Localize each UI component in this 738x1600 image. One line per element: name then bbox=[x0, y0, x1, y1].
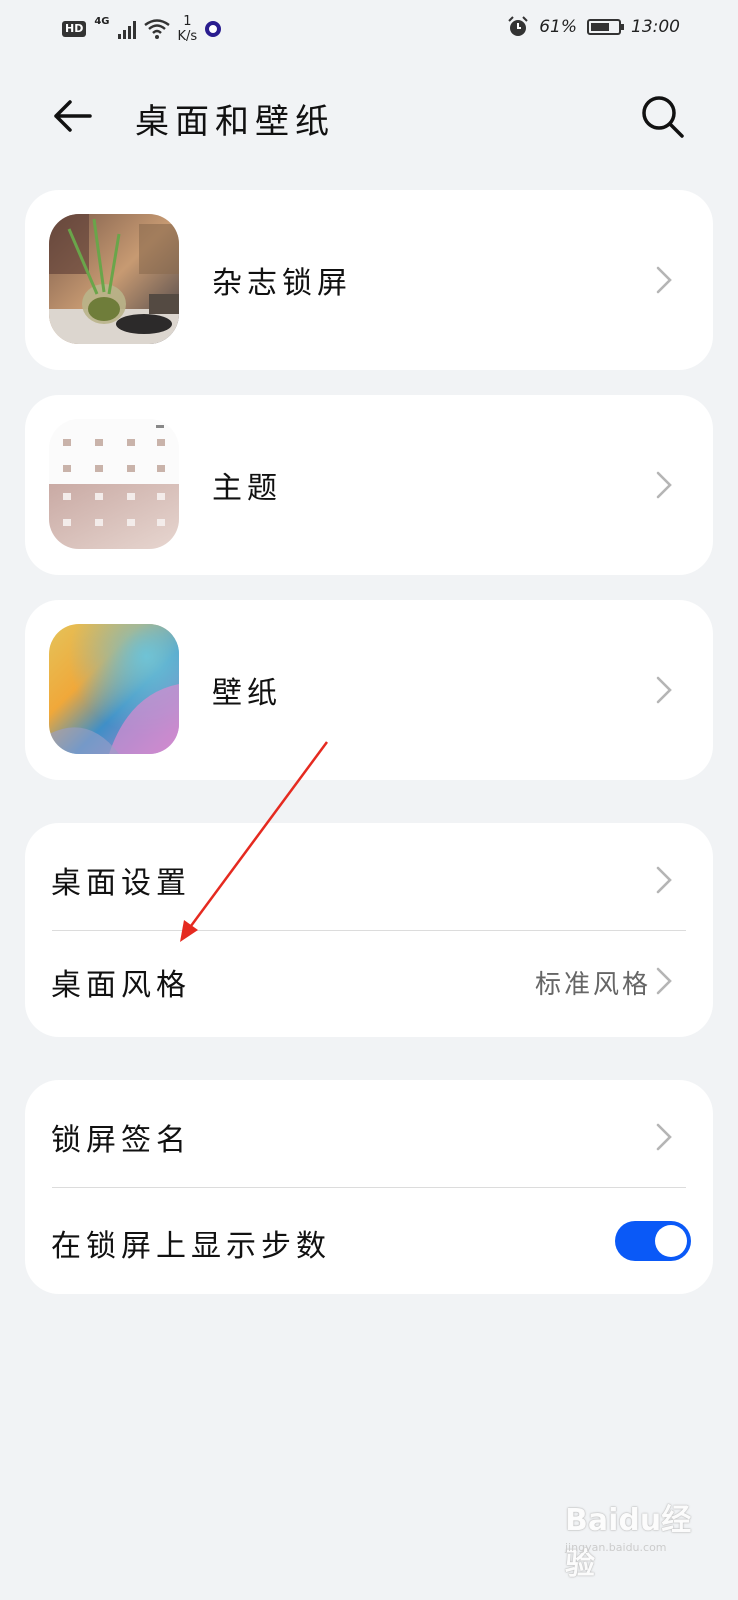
show-steps-row: 在锁屏上显示步数 bbox=[25, 1187, 713, 1294]
lock-signature-label: 锁屏签名 bbox=[51, 1123, 191, 1158]
chevron-right-icon bbox=[656, 471, 672, 499]
wallpaper-row[interactable]: 壁纸 bbox=[25, 600, 713, 780]
desktop-settings-label: 桌面设置 bbox=[51, 866, 191, 901]
magazine-lock-row[interactable]: 杂志锁屏 bbox=[25, 190, 713, 370]
alarm-icon bbox=[508, 16, 528, 36]
magazine-lock-label: 杂志锁屏 bbox=[212, 266, 352, 301]
app-header: 桌面和壁纸 bbox=[0, 70, 738, 160]
status-bar: HD 4G 1 K/s 61% 13:00 bbox=[0, 0, 738, 60]
toggle-knob bbox=[655, 1225, 687, 1257]
baidu-watermark: Baidu经验 jingyan.baidu.com bbox=[565, 1495, 715, 1582]
wallpaper-thumbnail bbox=[49, 624, 179, 754]
status-right: 61% 13:00 bbox=[507, 16, 680, 38]
chevron-right-icon bbox=[656, 1123, 672, 1151]
back-arrow-icon bbox=[54, 100, 92, 132]
watermark-url: jingyan.baidu.com bbox=[565, 1541, 667, 1554]
desktop-settings-row[interactable]: 桌面设置 bbox=[25, 823, 713, 930]
show-steps-label: 在锁屏上显示步数 bbox=[51, 1229, 331, 1264]
theme-card: 主题 bbox=[25, 395, 713, 575]
search-icon bbox=[642, 96, 684, 138]
desktop-settings-card: 桌面设置 桌面风格 标准风格 bbox=[25, 823, 713, 1037]
net-speed: 1 K/s bbox=[178, 14, 198, 44]
desktop-style-value: 标准风格 bbox=[535, 970, 652, 1000]
battery-percent: 61% bbox=[539, 17, 577, 37]
desktop-style-row[interactable]: 桌面风格 标准风格 bbox=[25, 930, 713, 1037]
page-title: 桌面和壁纸 bbox=[135, 102, 335, 142]
wifi-icon bbox=[143, 19, 170, 39]
search-button[interactable] bbox=[640, 94, 686, 140]
status-left: HD 4G 1 K/s bbox=[62, 14, 222, 44]
net-speed-value: 1 bbox=[183, 14, 192, 29]
battery-icon bbox=[587, 19, 624, 35]
chevron-right-icon bbox=[656, 967, 672, 995]
magazine-lock-card: 杂志锁屏 bbox=[25, 190, 713, 370]
app-notification-icon bbox=[205, 21, 222, 37]
show-steps-toggle[interactable] bbox=[615, 1221, 691, 1261]
wallpaper-label: 壁纸 bbox=[212, 676, 282, 711]
theme-row[interactable]: 主题 bbox=[25, 395, 713, 575]
chevron-right-icon bbox=[656, 676, 672, 704]
hd-badge: HD bbox=[62, 21, 87, 37]
wallpaper-card: 壁纸 bbox=[25, 600, 713, 780]
chevron-right-icon bbox=[656, 266, 672, 294]
signal-icon bbox=[117, 19, 136, 39]
desktop-style-label: 桌面风格 bbox=[51, 968, 191, 1003]
clock: 13:00 bbox=[631, 17, 680, 37]
lock-screen-card: 锁屏签名 在锁屏上显示步数 bbox=[25, 1080, 713, 1294]
lock-signature-row[interactable]: 锁屏签名 bbox=[25, 1080, 713, 1187]
net-speed-unit: K/s bbox=[177, 29, 198, 44]
network-type: 4G bbox=[94, 15, 110, 27]
theme-label: 主题 bbox=[212, 471, 282, 506]
back-button[interactable] bbox=[50, 94, 94, 138]
magazine-lock-thumbnail bbox=[49, 214, 179, 344]
theme-thumbnail bbox=[49, 419, 179, 549]
chevron-right-icon bbox=[656, 866, 672, 894]
